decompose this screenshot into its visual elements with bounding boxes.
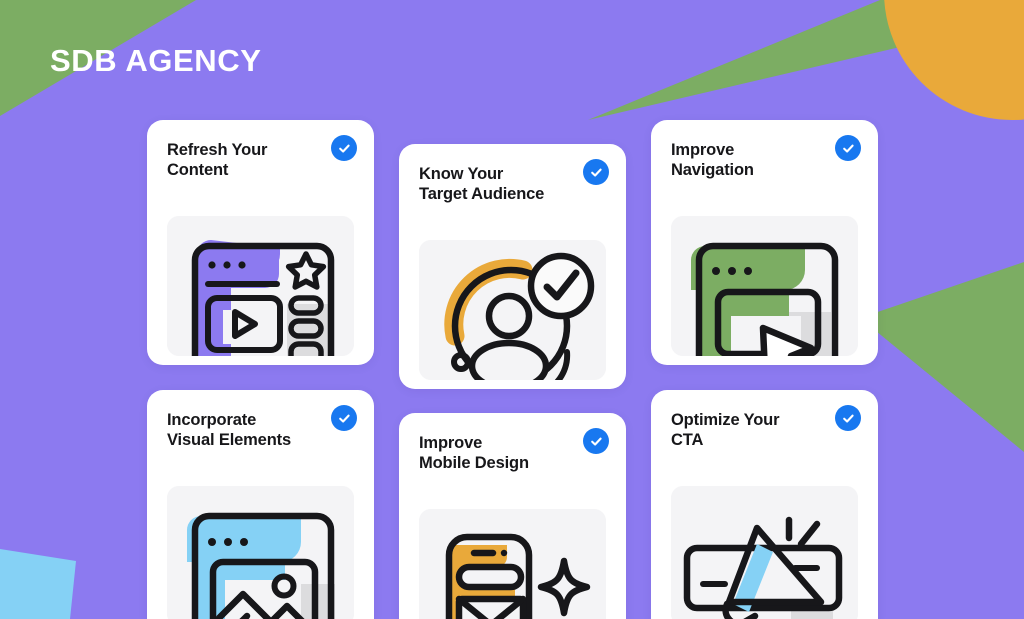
card-title: Improve Mobile Design (419, 434, 529, 472)
card-improve-navigation[interactable]: Improve Navigation (651, 120, 878, 365)
card-title: Improve Navigation (671, 141, 754, 179)
check-circle-icon[interactable] (331, 405, 357, 431)
card-know-your-target-audience[interactable]: Know Your Target Audience (399, 144, 626, 389)
check-circle-icon[interactable] (583, 159, 609, 185)
illustration-browser-video-player (167, 216, 354, 356)
illustration-browser-image-placeholder (167, 486, 354, 619)
card-incorporate-visual-elements[interactable]: Incorporate Visual Elements (147, 390, 374, 619)
illustration-user-avatar-verified (419, 240, 606, 380)
check-circle-icon[interactable] (583, 428, 609, 454)
check-circle-icon[interactable] (331, 135, 357, 161)
check-circle-icon[interactable] (835, 135, 861, 161)
check-circle-icon[interactable] (835, 405, 861, 431)
illustration-megaphone-button (671, 486, 858, 619)
card-title: Refresh Your Content (167, 141, 268, 179)
card-refresh-your-content[interactable]: Refresh Your Content (147, 120, 374, 365)
card-optimize-your-cta[interactable]: Optimize Your CTA (651, 390, 878, 619)
card-improve-mobile-design[interactable]: Improve Mobile Design (399, 413, 626, 619)
blue-quad-bottom-left (0, 549, 76, 619)
card-title: Optimize Your CTA (671, 411, 780, 449)
poster-canvas: SDB AGENCY Refresh Your Content Know You… (0, 0, 1024, 619)
card-title: Incorporate Visual Elements (167, 411, 292, 449)
illustration-mobile-email-sparkle (419, 509, 606, 619)
illustration-browser-cursor (671, 216, 858, 356)
card-title: Know Your Target Audience (419, 165, 545, 203)
brand-logo: SDB AGENCY (50, 43, 262, 78)
